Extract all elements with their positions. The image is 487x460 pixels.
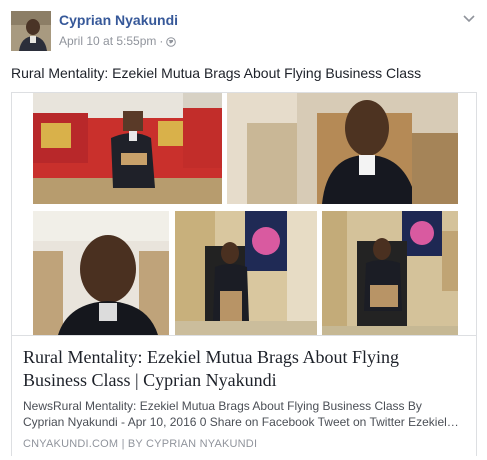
link-description: NewsRural Mentality: Ezekiel Mutua Brags… <box>23 399 459 429</box>
meta-separator: · <box>159 34 164 48</box>
source-divider: | <box>121 438 125 450</box>
link-card-body[interactable]: Rural Mentality: Ezekiel Mutua Brags Abo… <box>12 335 476 456</box>
link-preview-card[interactable]: Rural Mentality: Ezekiel Mutua Brags Abo… <box>11 92 477 456</box>
link-byline: BY CYPRIAN NYAKUNDI <box>127 438 258 450</box>
author-avatar[interactable] <box>11 11 51 51</box>
post-timestamp[interactable]: April 10 at 5:55pm <box>59 34 156 48</box>
photo-red-sofa <box>33 93 222 204</box>
chevron-down-icon[interactable] <box>462 12 476 24</box>
link-domain: CNYAKUNDI.COM <box>23 438 119 450</box>
photo-selfie <box>33 211 169 335</box>
photo-plane-seat <box>227 93 458 204</box>
facebook-post: Cyprian Nyakundi April 10 at 5:55pm · Ru… <box>0 0 487 460</box>
author-name-link[interactable]: Cyprian Nyakundi <box>59 12 178 28</box>
post-text: Rural Mentality: Ezekiel Mutua Brags Abo… <box>11 65 422 81</box>
link-source: CNYAKUNDI.COM | BY CYPRIAN NYAKUNDI <box>23 438 465 450</box>
photo-chair-right <box>322 211 458 335</box>
globe-icon[interactable] <box>166 36 177 47</box>
post-meta: April 10 at 5:55pm · <box>59 34 177 48</box>
link-title[interactable]: Rural Mentality: Ezekiel Mutua Brags Abo… <box>23 346 465 392</box>
photo-chair-left <box>175 211 317 335</box>
photo-collage[interactable] <box>12 93 476 335</box>
